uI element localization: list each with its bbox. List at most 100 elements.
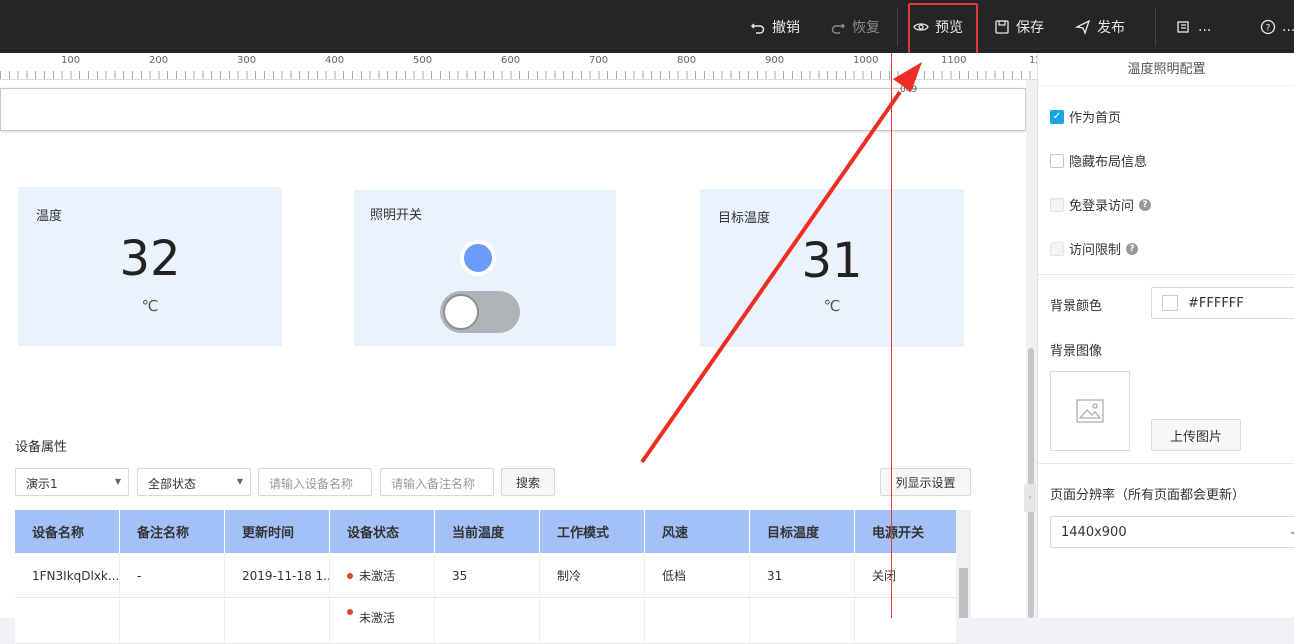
scroll-thumb[interactable]	[1028, 348, 1034, 618]
save-icon	[995, 19, 1009, 34]
page-config-panel: 温度照明配置 ✓ 作为首页 隐藏布局信息 免登录访问 ? 访问限制 ? 背景颜色…	[1037, 53, 1294, 618]
horizontal-ruler: 100 200 300 400 500 600 700 800 900 1000…	[0, 53, 1037, 80]
save-button[interactable]: 保存	[994, 0, 1044, 53]
status-filter-select[interactable]: 全部状态 ▼	[137, 468, 251, 496]
target-temperature-value: 31	[801, 233, 863, 289]
access-limit-checkbox[interactable]: 访问限制 ?	[1050, 239, 1139, 258]
scroll-thumb[interactable]	[959, 568, 968, 618]
device-group-select[interactable]: 演示1 ▼	[15, 468, 129, 496]
ruler-label: 900	[765, 55, 785, 66]
table-row[interactable]: 1FN3IkqDlxk... - 2019-11-18 1... 未激活 35 …	[15, 553, 956, 598]
question-icon[interactable]: ?	[1126, 242, 1139, 255]
status-cell: 未激活	[330, 599, 435, 644]
upload-image-button[interactable]: 上传图片	[1151, 419, 1241, 451]
hide-layout-checkbox[interactable]: 隐藏布局信息	[1050, 151, 1147, 170]
checkbox-checked-icon[interactable]: ✓	[1050, 109, 1064, 124]
guide-position-label: 049	[900, 85, 918, 95]
table-cell: -	[120, 553, 225, 598]
column-header[interactable]: 设备名称	[15, 510, 120, 553]
status-text: 未激活	[359, 569, 396, 583]
table-cell	[15, 599, 120, 644]
layers-icon	[1177, 20, 1189, 33]
caret-down-icon: ▼	[114, 477, 121, 486]
resolution-value: 1440x900	[1061, 524, 1127, 540]
column-header[interactable]: 设备状态	[330, 510, 435, 553]
header-component[interactable]	[0, 88, 1026, 131]
bg-color-picker[interactable]: #FFFFFF	[1151, 287, 1294, 319]
color-swatch[interactable]	[1162, 295, 1178, 311]
ruler-label: 500	[413, 55, 433, 66]
help-button[interactable]: ? ...	[1260, 0, 1294, 53]
table-cell: 低档	[645, 553, 750, 598]
light-toggle-switch[interactable]	[440, 291, 520, 333]
checkbox-icon[interactable]	[1050, 241, 1064, 256]
bg-image-preview[interactable]	[1050, 371, 1130, 451]
column-header[interactable]: 目标温度	[750, 510, 855, 553]
search-button[interactable]: 搜索	[501, 468, 555, 496]
checkbox-label: 隐藏布局信息	[1069, 155, 1148, 170]
ruler-label: 1000	[853, 55, 879, 66]
collapse-panel-handle[interactable]: ›	[1024, 484, 1036, 512]
device-group-value: 演示1	[26, 477, 58, 491]
svg-text:?: ?	[1266, 23, 1271, 33]
caret-down-icon: ▼	[236, 477, 243, 486]
save-label: 保存	[1016, 19, 1044, 36]
ruler-label: 200	[149, 55, 169, 66]
column-header[interactable]: 电源开关	[855, 510, 956, 553]
resolution-select[interactable]: 1440x900 ⌄	[1050, 516, 1294, 548]
toolbar-divider	[1155, 8, 1156, 46]
no-login-checkbox[interactable]: 免登录访问 ?	[1050, 195, 1152, 214]
more-tools-button[interactable]: ...	[1176, 0, 1211, 53]
ruler-label: 1100	[941, 55, 967, 66]
remark-name-input[interactable]: 请输入备注名称	[380, 468, 494, 496]
homepage-checkbox[interactable]: ✓ 作为首页	[1050, 107, 1121, 126]
status-dot-icon	[347, 572, 353, 579]
status-dot-icon	[347, 609, 353, 615]
ruler-label: 700	[589, 55, 609, 66]
redo-label: 恢复	[852, 19, 880, 36]
send-icon	[1075, 19, 1091, 35]
lighting-switch-card[interactable]: 照明开关	[354, 190, 616, 346]
column-header[interactable]: 工作模式	[540, 510, 645, 553]
undo-label: 撤销	[772, 19, 800, 36]
column-header[interactable]: 风速	[645, 510, 750, 553]
undo-button[interactable]: 撤销	[750, 0, 800, 53]
column-settings-label: 列显示设置	[895, 475, 956, 490]
table-cell	[435, 599, 540, 644]
remark-name-placeholder: 请输入备注名称	[391, 477, 476, 491]
table-cell	[540, 599, 645, 644]
table-cell: 制冷	[540, 553, 645, 598]
checkbox-icon[interactable]	[1050, 197, 1064, 212]
checkbox-label: 作为首页	[1069, 111, 1122, 126]
question-icon[interactable]: ?	[1139, 198, 1152, 211]
table-cell	[750, 599, 855, 644]
ruler-label: 100	[61, 55, 81, 66]
ruler-label: 600	[501, 55, 521, 66]
checkbox-label: 免登录访问	[1069, 199, 1135, 214]
temperature-card[interactable]: 温度 32 ℃	[18, 187, 282, 346]
table-row[interactable]: 未激活	[15, 599, 956, 644]
checkbox-icon[interactable]	[1050, 153, 1064, 168]
top-toolbar: 撤销 恢复 预览 保存 发布 ... ? ...	[0, 0, 1294, 53]
bg-color-label: 背景颜色	[1050, 299, 1103, 314]
toggle-knob	[443, 294, 479, 330]
redo-button[interactable]: 恢复	[830, 0, 880, 53]
canvas-scrollbar[interactable]	[1026, 80, 1037, 618]
publish-label: 发布	[1097, 19, 1125, 36]
column-header[interactable]: 备注名称	[120, 510, 225, 553]
table-scrollbar[interactable]	[956, 510, 971, 618]
publish-button[interactable]: 发布	[1075, 0, 1125, 53]
card-title: 照明开关	[370, 208, 423, 223]
ruler-guide-line[interactable]	[891, 53, 892, 618]
target-temperature-card[interactable]: 目标温度 31 ℃	[700, 189, 964, 347]
ruler-ticks	[0, 71, 1037, 79]
device-name-placeholder: 请输入设备名称	[269, 477, 354, 491]
help-icon: ?	[1260, 19, 1276, 34]
column-settings-button[interactable]: 列显示设置	[880, 468, 971, 496]
image-placeholder-icon	[1076, 399, 1104, 423]
device-name-input[interactable]: 请输入设备名称	[258, 468, 372, 496]
table-cell	[120, 599, 225, 644]
column-header[interactable]: 当前温度	[435, 510, 540, 553]
panel-divider	[1038, 274, 1294, 275]
column-header[interactable]: 更新时间	[225, 510, 330, 553]
